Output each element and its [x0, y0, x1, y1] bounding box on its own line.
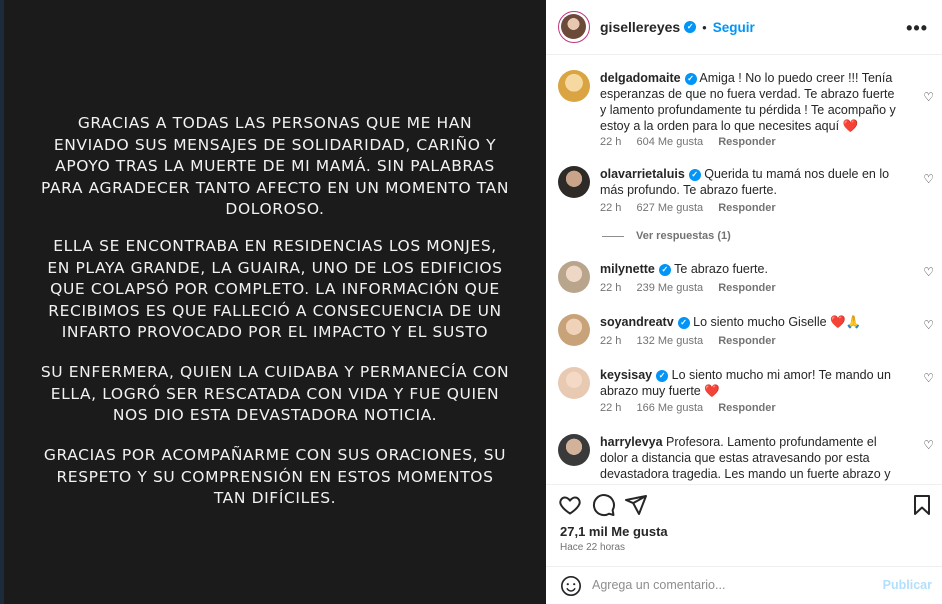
comment-time: 22 h: [600, 282, 622, 294]
post-side-panel: gisellereyes ✓ • Seguir ••• delgadomaite…: [546, 0, 942, 604]
comment-meta: 22 h 239 Me gusta Responder: [600, 282, 788, 294]
story-paragraph-4: GRACIAS POR ACOMPAÑARME CON SUS ORACIONE…: [43, 446, 507, 507]
like-comment-heart-icon[interactable]: ♡: [923, 90, 934, 104]
replies-divider: [602, 235, 624, 237]
verified-badge-icon: ✓: [684, 72, 697, 85]
commenter-username[interactable]: soyandreatv: [600, 315, 674, 329]
comment-body: soyandreatv ✓ Lo siento mucho Giselle ❤️🙏: [600, 314, 896, 330]
story-paragraph-3: SU ENFERMERA, QUIEN LA CUIDABA Y PERMANE…: [40, 363, 510, 424]
verified-badge-icon: ✓: [658, 263, 671, 276]
comment-time: 22 h: [600, 136, 622, 148]
verified-badge-icon: ✓: [677, 316, 690, 329]
story-paragraph-2: ELLA SE ENCONTRABA EN RESIDENCIAS LOS MO…: [47, 237, 503, 341]
commenter-avatar[interactable]: [558, 434, 590, 466]
commenter-username[interactable]: keysisay: [600, 368, 652, 382]
comment-bubble-icon[interactable]: [592, 493, 616, 517]
comment-text: Te abrazo fuerte.: [674, 262, 768, 276]
like-comment-heart-icon[interactable]: ♡: [923, 172, 934, 186]
share-paper-plane-icon[interactable]: [624, 493, 648, 517]
commenter-username[interactable]: olavarrietaluis: [600, 167, 685, 181]
comment-emoji: ❤️🙏: [830, 315, 862, 329]
comment-body: delgadomaite ✓ Amiga ! No lo puedo creer …: [600, 70, 896, 134]
reply-button[interactable]: Responder: [718, 202, 775, 214]
more-options-icon[interactable]: •••: [906, 18, 928, 39]
verified-badge-icon: ✓: [656, 369, 669, 382]
reply-button[interactable]: Responder: [718, 136, 775, 148]
story-paragraph-1: GRACIAS A TODAS LAS PERSONAS QUE ME HAN …: [40, 114, 510, 218]
comment-emoji: ❤️: [704, 384, 720, 398]
comment-meta: 22 h 132 Me gusta Responder: [600, 335, 788, 347]
comment-emoji: ❤️: [842, 119, 859, 133]
author-avatar[interactable]: [558, 11, 590, 43]
reply-button[interactable]: Responder: [718, 402, 775, 414]
comment-meta: 22 h 627 Me gusta Responder: [600, 202, 788, 214]
save-bookmark-icon[interactable]: [910, 493, 934, 517]
view-replies-label[interactable]: Ver respuestas (1): [636, 230, 731, 242]
comment-likes[interactable]: 604 Me gusta: [636, 136, 703, 148]
verified-badge-icon: ✓: [684, 21, 697, 33]
verified-badge-icon: ✓: [688, 168, 701, 181]
post-header: gisellereyes ✓ • Seguir •••: [546, 0, 942, 55]
like-comment-heart-icon[interactable]: ♡: [923, 318, 934, 332]
likes-count[interactable]: 27,1 mil Me gusta: [560, 524, 668, 539]
comment-meta: 22 h 604 Me gusta Responder: [600, 136, 788, 148]
commenter-avatar[interactable]: [558, 70, 590, 102]
commenter-username[interactable]: milynette: [600, 262, 655, 276]
post-actions-bar: [546, 484, 942, 520]
follow-button[interactable]: Seguir: [713, 20, 755, 35]
separator-dot: •: [702, 19, 707, 35]
comment-time: 22 h: [600, 335, 622, 347]
like-comment-heart-icon[interactable]: ♡: [923, 438, 934, 452]
comment-body: milynette ✓ Te abrazo fuerte.: [600, 261, 896, 277]
post-timestamp: Hace 22 horas: [560, 542, 626, 553]
commenter-avatar[interactable]: [558, 261, 590, 293]
comment-body: keysisay ✓ Lo siento mucho mi amor! Te ma…: [600, 367, 896, 399]
commenter-username[interactable]: harrylevya: [600, 435, 663, 449]
comment-likes[interactable]: 132 Me gusta: [636, 335, 703, 347]
emoji-smile-icon[interactable]: [560, 575, 582, 597]
publish-button[interactable]: Publicar: [883, 578, 932, 592]
like-comment-heart-icon[interactable]: ♡: [923, 371, 934, 385]
comment-meta: 22 h 166 Me gusta Responder: [600, 402, 788, 414]
comment-time: 22 h: [600, 202, 622, 214]
like-heart-icon[interactable]: [558, 493, 582, 517]
comments-list: delgadomaite ✓ Amiga ! No lo puedo creer …: [546, 56, 942, 484]
comment-likes[interactable]: 627 Me gusta: [636, 202, 703, 214]
comment-body: olavarrietaluis ✓ Querida tu mamá nos due…: [600, 166, 896, 198]
comment-likes[interactable]: 166 Me gusta: [636, 402, 703, 414]
comment-text: Lo siento mucho Giselle: [693, 315, 827, 329]
reply-button[interactable]: Responder: [718, 335, 775, 347]
comment-time: 22 h: [600, 402, 622, 414]
story-text: GRACIAS A TODAS LAS PERSONAS QUE ME HAN …: [4, 0, 546, 604]
commenter-username[interactable]: delgadomaite: [600, 71, 681, 85]
comment-input[interactable]: Agrega un comentario...: [592, 578, 725, 592]
commenter-avatar[interactable]: [558, 367, 590, 399]
comment-body: harrylevya Profesora. Lamento profundame…: [600, 434, 896, 484]
view-replies-button[interactable]: Ver respuestas (1): [602, 230, 731, 242]
like-comment-heart-icon[interactable]: ♡: [923, 265, 934, 279]
add-comment-bar: Agrega un comentario... Publicar: [546, 566, 942, 604]
comment-likes[interactable]: 239 Me gusta: [636, 282, 703, 294]
author-username[interactable]: gisellereyes: [600, 19, 680, 35]
post-image: GRACIAS A TODAS LAS PERSONAS QUE ME HAN …: [4, 0, 546, 604]
commenter-avatar[interactable]: [558, 166, 590, 198]
commenter-avatar[interactable]: [558, 314, 590, 346]
reply-button[interactable]: Responder: [718, 282, 775, 294]
